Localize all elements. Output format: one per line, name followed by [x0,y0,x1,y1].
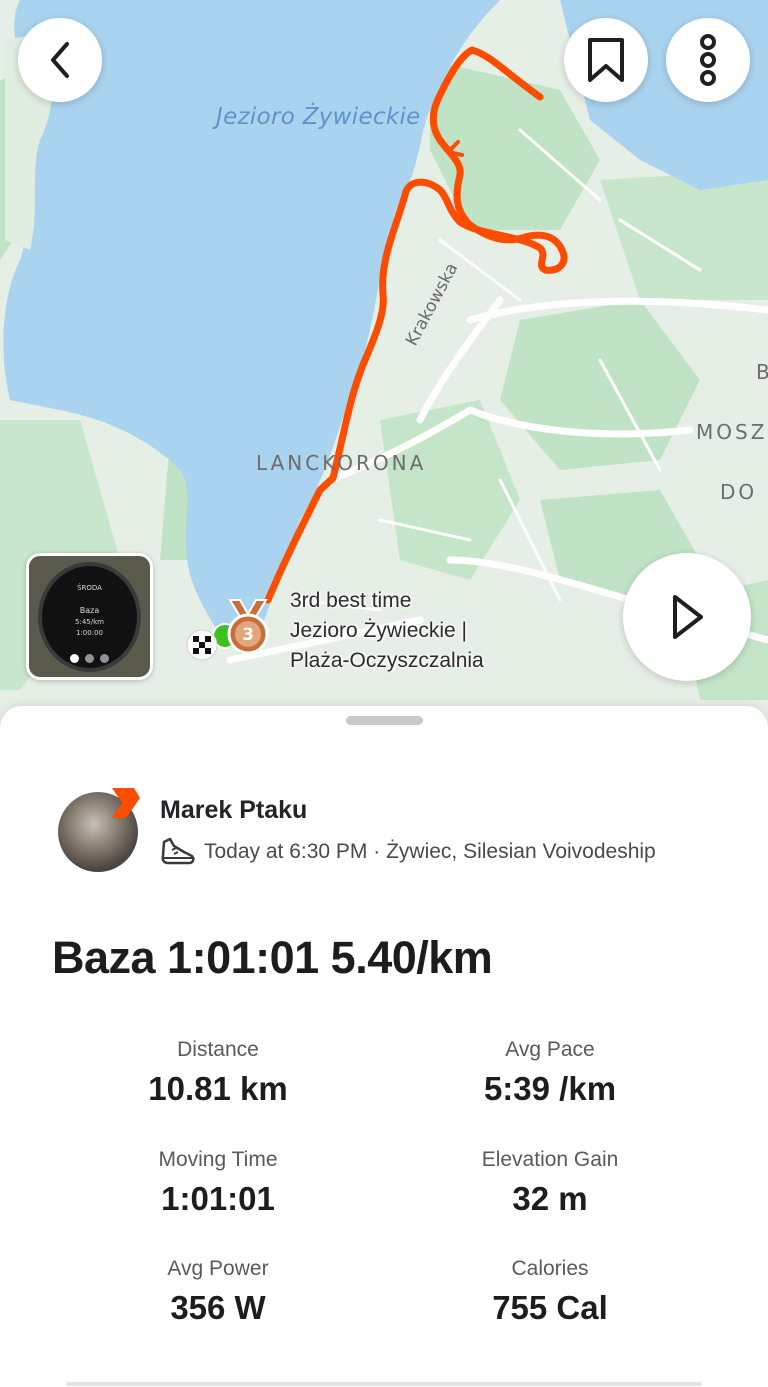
stat-label: Distance [177,1038,259,1061]
chevron-left-icon [51,42,69,78]
stat-value: 356 W [170,1289,266,1326]
town-label: LANCKORONA [256,451,427,475]
stat-label: Avg Power [167,1257,269,1280]
activity-meta: Today at 6:30 PM · Żywiec, Silesian Voiv… [160,836,656,868]
stat-elevation-gain: Elevation Gain 32 m [400,1148,700,1218]
medal-rank: 3 [242,625,254,645]
athlete-name[interactable]: Marek Ptaku [160,796,307,825]
stat-avg-power: Avg Power 356 W [68,1257,368,1327]
back-button[interactable] [18,18,102,102]
athlete-avatar[interactable] [58,788,140,872]
activity-date-location: Today at 6:30 PM · Żywiec, Silesian Voiv… [204,840,656,863]
page-dot [100,654,109,663]
play-flyover-button[interactable] [623,553,751,681]
stat-label: Calories [511,1257,589,1280]
town-label-partial: DO [720,480,758,504]
stat-calories: Calories 755 Cal [400,1257,700,1327]
sheet-drag-handle[interactable] [346,716,423,725]
stat-avg-pace: Avg Pace 5:39 /km [400,1038,700,1108]
segment-name-line2: Plaża-Oczyszczalnia [290,649,484,672]
page-dot [70,654,79,663]
stat-value: 5:39 /km [483,1070,617,1107]
watch-time: 1:00:00 [76,629,103,637]
more-vertical-icon [700,34,716,86]
route-map[interactable]: 3 Jezioro Żywieckie Krakowska LANCKORONA… [0,0,768,730]
page-dot [85,654,94,663]
segment-achievement[interactable]: 3rd best time Jezioro Żywieckie | Plaża-… [290,586,484,676]
play-icon [673,595,703,639]
town-label-edge: B [756,360,768,384]
medal-icon: 3 [227,599,269,655]
segment-rank-text: 3rd best time [290,589,412,612]
more-options-button[interactable] [666,18,750,102]
bookmark-icon [588,38,624,82]
stat-value: 10.81 km [148,1070,288,1107]
stat-value: 1:01:01 [161,1180,275,1217]
running-shoe-icon [161,837,195,865]
stat-distance: Distance 10.81 km [68,1038,368,1108]
watch-pace: 5:45/km [75,618,104,626]
activity-title: Baza 1:01:01 5.40/km [52,932,493,983]
segment-name-line1: Jezioro Żywieckie | [290,619,468,642]
watch-workout: Baza [79,606,100,615]
watch-day: ŚRODA [77,584,102,592]
stat-label: Avg Pace [505,1038,595,1061]
stat-label: Moving Time [158,1148,278,1171]
bookmark-button[interactable] [564,18,648,102]
subscriber-badge-icon [112,788,140,818]
stat-value: 755 Cal [492,1289,608,1326]
stat-value: 32 m [512,1180,588,1217]
town-label-moszczanica: MOSZ [696,420,768,444]
stat-label: Elevation Gain [481,1148,619,1171]
stat-moving-time: Moving Time 1:01:01 [68,1148,368,1218]
photo-page-indicator [29,654,150,663]
divider [66,1382,702,1386]
activity-details-sheet: Marek Ptaku Today at 6:30 PM · Żywiec, S… [0,706,768,1387]
lake-label: Jezioro Żywieckie [216,104,421,130]
activity-photo-thumbnail[interactable]: ŚRODA Baza 5:45/km 1:00:00 [26,553,153,680]
